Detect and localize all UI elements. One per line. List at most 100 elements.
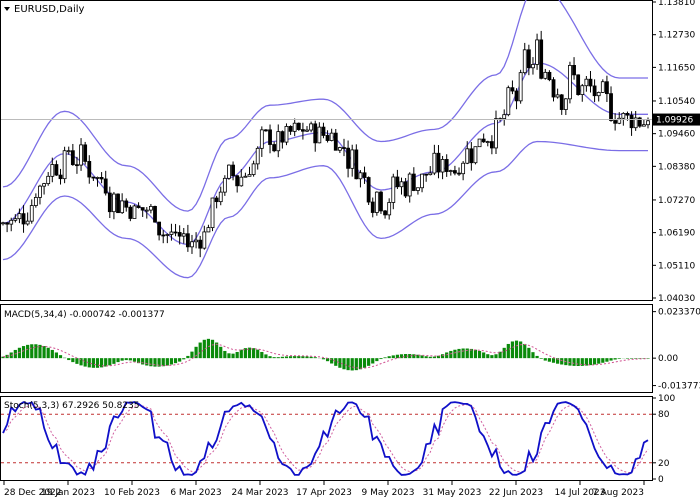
candle-body bbox=[120, 200, 125, 214]
candle-body bbox=[563, 98, 568, 110]
candle-body bbox=[584, 78, 589, 87]
candle-body bbox=[596, 92, 601, 97]
candle-body bbox=[485, 141, 490, 143]
candle-body bbox=[609, 93, 613, 121]
macd-bar bbox=[309, 356, 313, 359]
macd-bar bbox=[30, 344, 34, 359]
date-tick-label: 9 May 2023 bbox=[362, 488, 415, 498]
candle-body bbox=[21, 213, 26, 225]
candle-body bbox=[214, 197, 219, 203]
candle-body bbox=[621, 112, 626, 119]
candle-body bbox=[617, 117, 622, 124]
date-tick-label: 31 May 2023 bbox=[423, 488, 482, 498]
candle-body bbox=[424, 173, 429, 176]
macd-bar bbox=[531, 352, 535, 359]
candle-body bbox=[420, 173, 424, 189]
candle-body bbox=[440, 159, 445, 173]
candle-body bbox=[350, 149, 355, 169]
macd-bar bbox=[280, 356, 284, 359]
candle-body bbox=[411, 173, 416, 191]
macd-bar bbox=[260, 351, 264, 359]
macd-bar bbox=[395, 354, 399, 359]
macd-bar bbox=[305, 356, 309, 359]
candle-body bbox=[66, 150, 71, 153]
candle-body bbox=[522, 49, 527, 74]
macd-bar bbox=[473, 349, 478, 359]
candle-body bbox=[296, 122, 301, 130]
candle-body bbox=[50, 164, 55, 177]
macd-bar bbox=[173, 358, 178, 364]
candle-body bbox=[132, 205, 137, 219]
candle-body bbox=[407, 173, 412, 197]
candle-body bbox=[177, 232, 182, 237]
macd-bar bbox=[206, 338, 211, 359]
candle-body bbox=[5, 222, 10, 225]
macd-bar bbox=[132, 358, 137, 362]
candle-body bbox=[531, 64, 535, 69]
candle-body bbox=[461, 162, 466, 175]
dropdown-triangle-icon[interactable] bbox=[4, 7, 10, 11]
candle-body bbox=[185, 233, 190, 248]
price-panel-frame bbox=[0, 0, 653, 301]
macd-bar bbox=[387, 356, 391, 359]
candle-body bbox=[588, 78, 593, 87]
macd-bar bbox=[227, 353, 231, 359]
price-tick-label: 1.05110 bbox=[658, 261, 695, 271]
macd-bar bbox=[124, 358, 128, 361]
macd-bar bbox=[116, 358, 120, 363]
macd-bar bbox=[284, 356, 289, 359]
macd-bar bbox=[198, 342, 202, 359]
candle-body bbox=[58, 174, 63, 180]
macd-bar bbox=[26, 344, 30, 359]
candle-body bbox=[288, 126, 293, 132]
macd-bar bbox=[346, 358, 350, 371]
macd-bar bbox=[264, 354, 268, 359]
candle-body bbox=[481, 138, 486, 143]
candle-body bbox=[87, 161, 92, 178]
candle-body bbox=[539, 39, 544, 79]
macd-bar bbox=[449, 350, 453, 359]
candle-body bbox=[148, 205, 153, 211]
candle-body bbox=[243, 175, 248, 178]
macd-bar bbox=[646, 358, 650, 359]
candle-body bbox=[46, 175, 51, 185]
macd-bar bbox=[432, 356, 436, 359]
candle-body bbox=[605, 81, 609, 95]
macd-bar bbox=[375, 358, 379, 362]
price-tick-label: 1.09460 bbox=[658, 130, 695, 140]
candle-body bbox=[42, 183, 46, 187]
candle-body bbox=[247, 174, 252, 177]
price-tick-label: 1.07270 bbox=[658, 196, 695, 206]
macd-bar bbox=[535, 355, 539, 359]
macd-bar bbox=[276, 357, 280, 359]
macd-bar bbox=[215, 342, 219, 359]
macd-bar bbox=[362, 358, 367, 368]
date-tick-label: 17 Apr 2023 bbox=[296, 488, 352, 498]
macd-bar bbox=[112, 358, 116, 364]
candle-body bbox=[641, 124, 646, 127]
macd-bar bbox=[379, 358, 383, 360]
candle-body bbox=[526, 49, 531, 69]
candle-body bbox=[157, 221, 162, 236]
macd-bar bbox=[272, 357, 276, 359]
candle-body bbox=[222, 177, 227, 193]
macd-bar bbox=[75, 358, 79, 364]
candle-body bbox=[136, 205, 141, 208]
candle-body bbox=[572, 65, 576, 76]
macd-bar bbox=[350, 358, 354, 371]
macd-signal-line bbox=[2, 343, 649, 369]
candle-body bbox=[444, 159, 449, 172]
macd-bar bbox=[613, 358, 617, 360]
macd-bar bbox=[34, 344, 38, 359]
candle-body bbox=[272, 144, 277, 152]
macd-bar bbox=[506, 343, 510, 359]
macd-label: MACD(5,34,4) -0.000742 -0.001377 bbox=[4, 310, 165, 320]
price-tick-label: 1.08380 bbox=[658, 162, 695, 172]
macd-bar bbox=[543, 358, 547, 361]
stoch-main-line bbox=[2, 401, 649, 476]
macd-bar bbox=[510, 341, 515, 359]
macd-bar bbox=[609, 358, 613, 361]
candle-body bbox=[169, 231, 174, 235]
candle-body bbox=[231, 164, 235, 177]
macd-bar bbox=[128, 358, 132, 361]
